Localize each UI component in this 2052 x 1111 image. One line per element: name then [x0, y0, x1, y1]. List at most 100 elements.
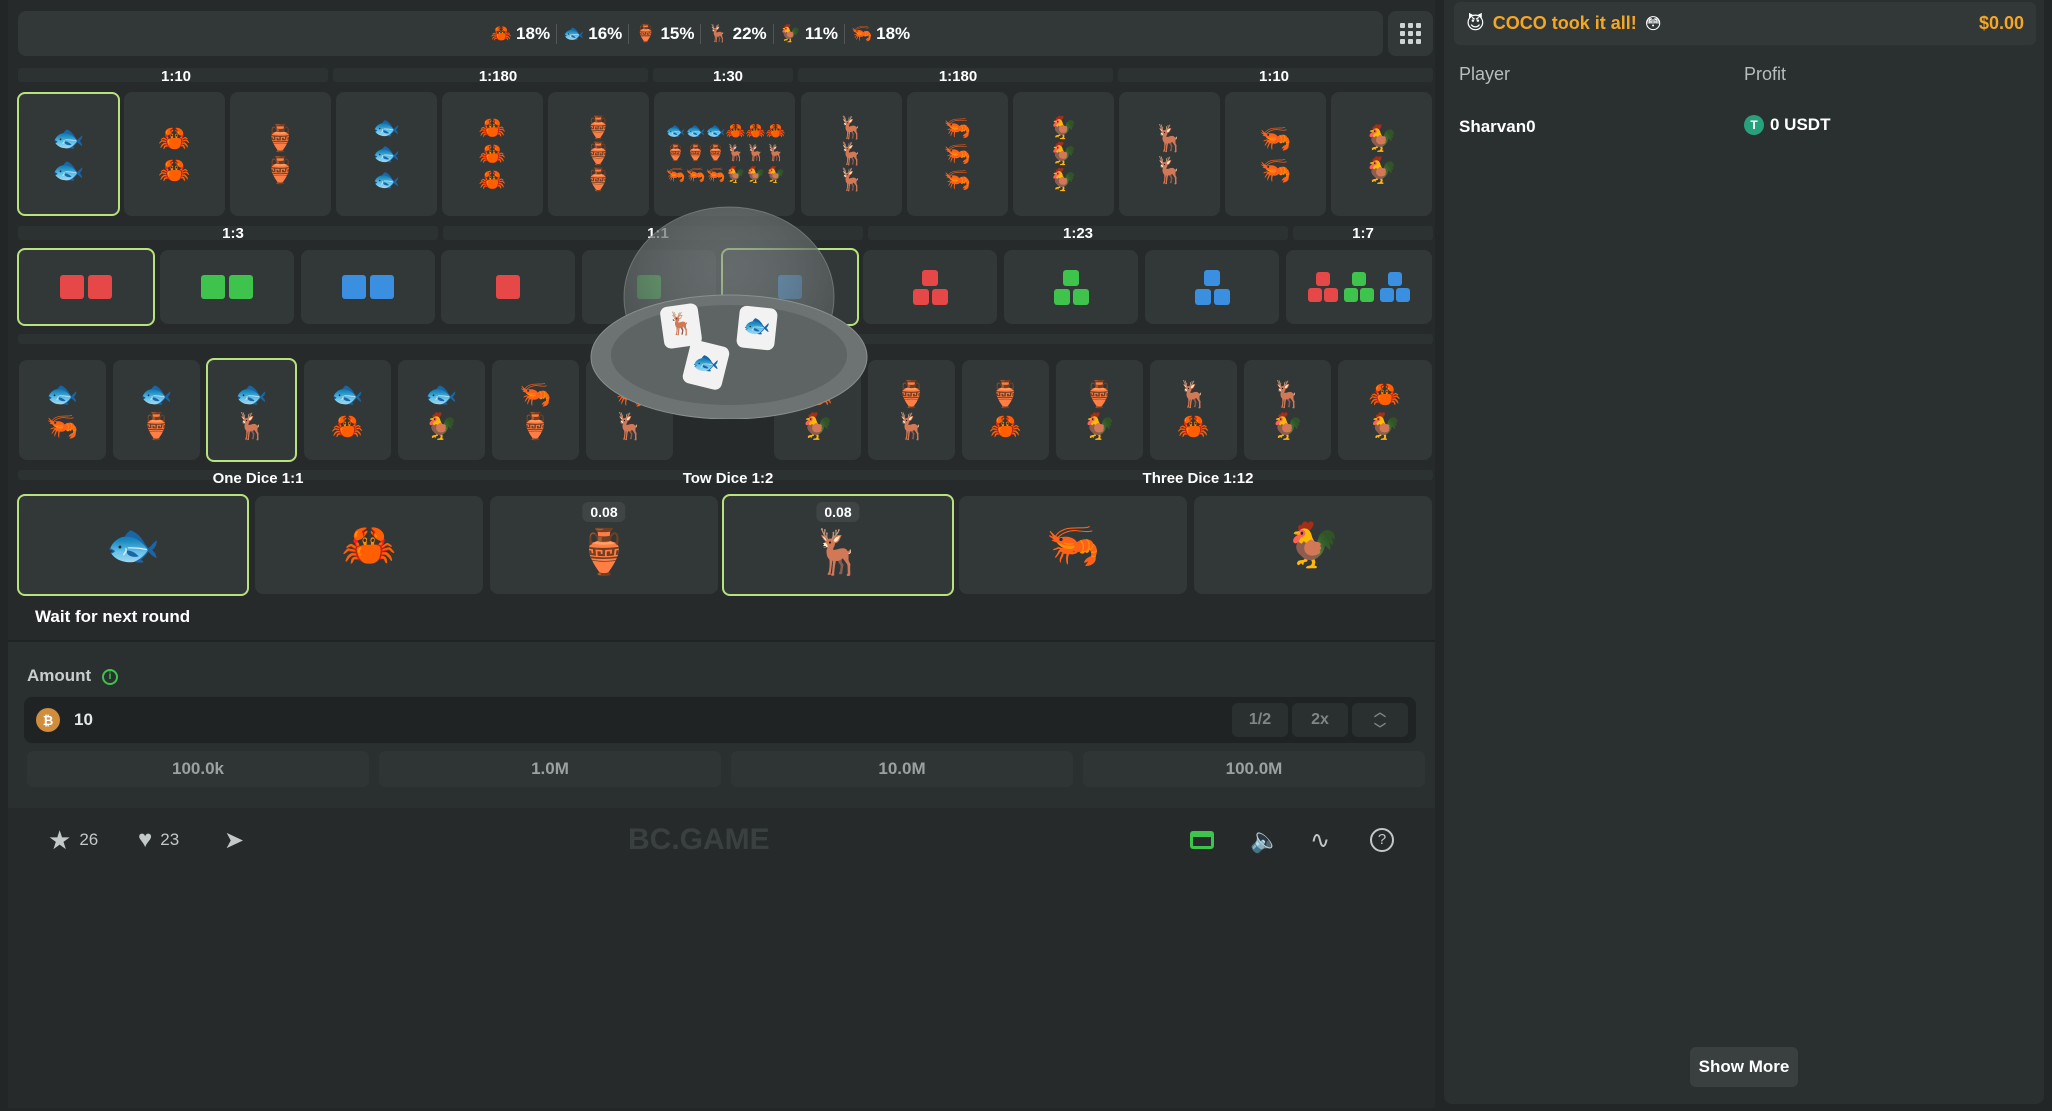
bet-pair-rooster[interactable]: 🐓 🐓: [1331, 92, 1432, 216]
chevron-up-icon[interactable]: ︿: [1374, 703, 1386, 720]
bet-three-red[interactable]: [863, 250, 997, 324]
bet-two-red[interactable]: [17, 248, 155, 326]
fish-icon: 🐟: [705, 123, 726, 140]
bet-one-green[interactable]: [582, 250, 716, 324]
deer-icon: 🦌: [613, 411, 646, 441]
gourd-icon: 🏺: [264, 155, 297, 185]
bet-triple-shrimp[interactable]: 🦐 🦐 🦐: [907, 92, 1008, 216]
rooster-icon: 🐓: [1285, 521, 1341, 570]
rooster-icon: 🐓: [801, 411, 834, 441]
game-footer: ★ 26 ♥ 23 ➤ BC.GAME 🔈 ∿ ?: [8, 810, 1435, 870]
quick-amount-button[interactable]: 1.0M: [379, 751, 721, 787]
bet-two-blue[interactable]: [301, 250, 435, 324]
bet-combo-fish-shrimp[interactable]: 🐟 🦐: [19, 360, 106, 460]
fairness-button[interactable]: ∿: [1310, 826, 1330, 855]
odds-crab: 🦀 18%: [485, 24, 556, 44]
bet-three-green[interactable]: [1004, 250, 1138, 324]
double-amount-button[interactable]: 2x: [1292, 703, 1348, 737]
brand-logo: BC.GAME: [628, 823, 770, 856]
crab-icon: 🦀: [478, 115, 507, 140]
stats-button[interactable]: [1190, 831, 1214, 849]
amount-input[interactable]: ₿ 10 1/2 2x ︿ ﹀: [24, 697, 1416, 743]
bet-combo-gourd-crab[interactable]: 🏺 🦀: [962, 360, 1049, 460]
quick-amount-button[interactable]: 100.0k: [27, 751, 369, 787]
single-dice-label: One Dice 1:1: [212, 470, 304, 487]
bet-triple-gourd[interactable]: 🏺 🏺 🏺: [548, 92, 649, 216]
bet-combo-fish-gourd[interactable]: 🐟 🏺: [113, 360, 200, 460]
bet-pair-deer[interactable]: 🦌 🦌: [1119, 92, 1220, 216]
amount-stepper[interactable]: ︿ ﹀: [1352, 703, 1408, 737]
bet-pair-crab[interactable]: 🦀 🦀: [124, 92, 225, 216]
likes-button[interactable]: ♥ 23: [138, 826, 179, 854]
bet-combo-fish-deer[interactable]: 🐟 🦌: [206, 358, 297, 462]
bet-single-crab[interactable]: 🦀: [255, 496, 483, 594]
sound-button[interactable]: 🔈: [1250, 826, 1280, 855]
bet-combo-fish-rooster[interactable]: 🐟 🐓: [398, 360, 485, 460]
bet-one-blue[interactable]: [721, 248, 859, 326]
half-amount-button[interactable]: 1/2: [1232, 703, 1288, 737]
share-button[interactable]: ➤: [224, 826, 244, 855]
emoji-icon: 😳: [1644, 15, 1662, 33]
bet-combo-crab-rooster-2[interactable]: 🦀 🐓: [1338, 360, 1432, 460]
bet-triple-rooster[interactable]: 🐓 🐓 🐓: [1013, 92, 1114, 216]
menu-button[interactable]: [1388, 11, 1433, 56]
bet-combo-gourd-deer[interactable]: 🏺 🦌: [868, 360, 955, 460]
crab-icon: 🦀: [725, 123, 746, 140]
bet-combo-shrimp-deer[interactable]: 🦐 🦌: [586, 360, 673, 460]
rooster-icon: 🐓: [1049, 141, 1078, 166]
green-square-icon: [229, 275, 253, 299]
bet-pair-gourd[interactable]: 🏺 🏺: [230, 92, 331, 216]
quick-amount-button[interactable]: 10.0M: [731, 751, 1073, 787]
bet-single-fish[interactable]: 🐟: [17, 494, 249, 596]
fish-icon: 🐟: [331, 379, 364, 409]
bet-single-shrimp[interactable]: 🦐: [959, 496, 1187, 594]
odds-label: 1:10: [160, 68, 192, 85]
odds-gourd: 🏺 15%: [628, 23, 700, 44]
amount-value[interactable]: 10: [74, 710, 93, 730]
crab-icon: 🦀: [765, 123, 786, 140]
bet-any-triple[interactable]: 🐟 🐟 🐟 🦀 🦀 🦀 🏺 🏺 🏺 🦌 🦌 🦌 🦐 🦐 🦐 🐓 🐓 🐓: [654, 92, 795, 216]
bet-combo-deer-crab[interactable]: 🦌 🦀: [1150, 360, 1237, 460]
bet-three-blue[interactable]: [1145, 250, 1279, 324]
shrimp-icon: 🦐: [685, 167, 706, 184]
player-name[interactable]: Sharvan0: [1459, 117, 1536, 137]
bet-combo-deer-rooster[interactable]: 🦌 🐓: [1244, 360, 1331, 460]
bet-combo-shrimp-gourd[interactable]: 🦐 🏺: [492, 360, 579, 460]
bet-triple-fish[interactable]: 🐟 🐟 🐟: [336, 92, 437, 216]
help-button[interactable]: ?: [1370, 828, 1394, 852]
rooster-icon: 🐓: [1049, 167, 1078, 192]
bet-combo-gourd-rooster[interactable]: 🏺 🐓: [1056, 360, 1143, 460]
fish-icon: 🐟: [105, 521, 161, 570]
bet-triple-crab[interactable]: 🦀 🦀 🦀: [442, 92, 543, 216]
bet-combo-crab-rooster[interactable]: 🦀 🐓: [774, 360, 861, 460]
fish-icon: 🐟: [52, 123, 85, 153]
odds-shrimp: 🦐 18%: [843, 23, 916, 44]
crab-icon: 🦀: [1368, 379, 1402, 409]
bet-single-deer[interactable]: 0.08 🦌: [722, 494, 954, 596]
column-header-profit: Profit: [1744, 64, 1787, 84]
shrimp-icon: 🦐: [943, 141, 972, 166]
bet-single-gourd[interactable]: 0.08 🏺: [490, 496, 718, 594]
double-dice-label: Tow Dice 1:2: [682, 470, 774, 487]
crab-icon: 🦀: [989, 411, 1022, 441]
rooster-icon: 🐓: [1365, 155, 1398, 185]
gourd-icon: 🏺: [989, 379, 1022, 409]
crab-icon: 🦀: [341, 521, 397, 570]
favorites-button[interactable]: ★ 26: [48, 825, 98, 856]
bet-pair-fish[interactable]: 🐟 🐟: [17, 92, 120, 216]
bet-one-red[interactable]: [441, 250, 575, 324]
shrimp-icon: 🦐: [850, 23, 873, 43]
rooster-icon: 🐓: [725, 167, 746, 184]
bet-triple-deer[interactable]: 🦌 🦌 🦌: [801, 92, 902, 216]
chevron-down-icon[interactable]: ﹀: [1374, 720, 1386, 737]
bet-combo-fish-crab[interactable]: 🐟 🦀: [304, 360, 391, 460]
info-icon[interactable]: i: [101, 668, 118, 685]
bet-two-green[interactable]: [160, 250, 294, 324]
bet-pair-shrimp[interactable]: 🦐 🦐: [1225, 92, 1326, 216]
shrimp-icon: 🦐: [1259, 155, 1292, 185]
show-more-button[interactable]: Show More: [1690, 1047, 1798, 1087]
quick-amount-button[interactable]: 100.0M: [1083, 751, 1425, 787]
bet-single-rooster[interactable]: 🐓: [1194, 496, 1432, 594]
bet-any-three-color[interactable]: [1286, 250, 1432, 324]
gourd-icon: 🏺: [584, 115, 613, 140]
